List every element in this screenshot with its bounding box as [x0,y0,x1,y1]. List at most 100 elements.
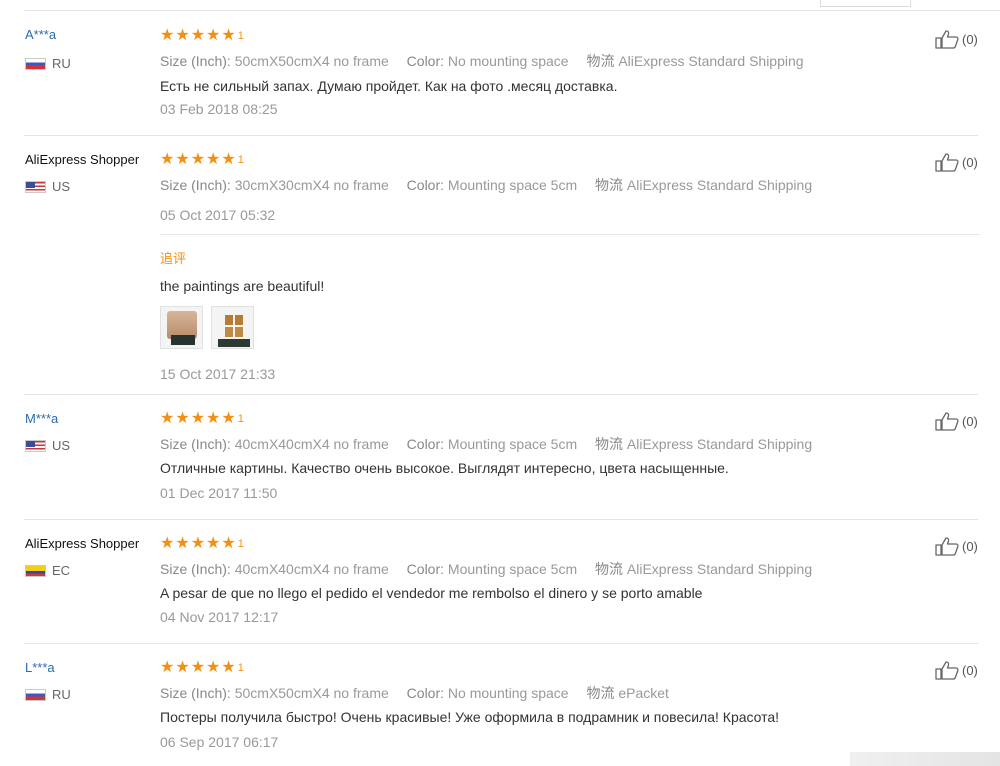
review-text: Есть не сильный запах. Думаю пройдет. Ка… [160,78,618,94]
like-count: (0) [962,538,978,554]
photo-panel [225,315,233,325]
star-rating: ★ ★ ★ ★ ★ 1 [160,536,244,552]
star-icon: ★ [190,410,206,427]
star-count: 1 [237,538,244,550]
reviewer-country: EC [25,563,70,578]
review-photo-thumbnail[interactable] [211,306,254,349]
star-icon: ★ [221,535,236,552]
star-icon: ★ [221,27,236,44]
followup-date: 15 Oct 2017 21:33 [160,366,276,382]
star-icon: ★ [206,151,221,168]
order-attributes: Size (Inch): 30cmX30cmX4 no frame Color:… [160,175,812,195]
review-text: A pesar de que no llego el pedido el ven… [160,585,703,601]
star-count: 1 [237,413,244,425]
reviewer-name[interactable]: L***a [25,660,55,675]
review-date: 01 Dec 2017 11:50 [160,485,278,501]
star-icon: ★ [190,151,206,168]
country-code: EC [52,563,71,578]
photo-base [218,339,250,347]
review-text: Постеры получила быстро! Очень красивые!… [160,709,780,725]
followup-divider [160,234,980,235]
star-rating: ★ ★ ★ ★ ★ 1 [160,28,244,44]
review-item: AliExpress Shopper EC ★ ★ ★ ★ ★ 1 Size (Inch… [0,520,1000,644]
reviewer-country: US [25,179,70,194]
review-date: 06 Sep 2017 06:17 [160,734,279,750]
size-label: Size (Inch): [160,561,231,577]
like-button[interactable]: (0) [935,536,978,556]
like-button[interactable]: (0) [935,411,978,431]
like-button[interactable]: (0) [935,660,978,680]
star-icon: ★ [190,659,206,676]
country-code: RU [52,56,71,71]
star-icon: ★ [206,410,221,427]
review-date: 05 Oct 2017 05:32 [160,207,276,223]
thumbs-up-icon [935,661,959,680]
size-value: 50cmX50cmX4 no frame [234,53,389,69]
star-count: 1 [237,154,244,166]
star-icon: ★ [175,535,190,552]
star-icon: ★ [206,27,221,44]
shipping-value: AliExpress Standard Shipping [618,53,804,69]
reviewer-name[interactable]: M***a [25,411,58,426]
review-date: 04 Nov 2017 12:17 [160,609,279,625]
star-count: 1 [237,662,244,674]
color-label: Color: [406,685,445,701]
color-label: Color: [406,53,445,69]
country-code: US [52,438,71,453]
reviewer-name[interactable]: AliExpress Shopper [25,152,139,167]
shipping-label: 物流 [595,436,623,452]
like-count: (0) [962,154,978,170]
review-item: L***a RU ★ ★ ★ ★ ★ 1 Size (Inch): 50cmX50cmX… [0,644,1000,766]
like-button[interactable]: (0) [935,152,978,172]
thumbs-up-icon [935,30,959,49]
shipping-label: 物流 [586,53,615,69]
review-text: Отличные картины. Качество очень высокое… [160,460,729,476]
shipping-label: 物流 [586,685,615,701]
corner-overlay [850,752,1000,766]
review-date: 03 Feb 2018 08:25 [160,101,278,117]
photo-panel [225,327,233,337]
followup-text: the paintings are beautiful! [160,278,325,294]
star-rating: ★ ★ ★ ★ ★ 1 [160,152,244,168]
reviewer-country: US [25,438,70,453]
star-icon: ★ [190,535,206,552]
review-photo-thumbnail[interactable] [160,306,203,349]
thumbs-up-icon [935,412,959,431]
star-rating: ★ ★ ★ ★ ★ 1 [160,660,244,676]
flag-us-icon [25,439,46,452]
thumbs-up-icon [935,537,959,556]
star-icon: ★ [175,151,190,168]
photo-base [171,335,195,345]
star-icon: ★ [221,410,236,427]
like-count: (0) [962,31,978,47]
size-label: Size (Inch): [160,53,231,69]
shipping-value: ePacket [618,685,669,701]
color-label: Color: [406,561,445,577]
flag-ru-icon [25,688,46,701]
country-code: US [52,179,71,194]
color-label: Color: [406,436,445,452]
shipping-label: 物流 [595,561,623,577]
star-icon: ★ [160,535,175,552]
review-item: A***a RU ★ ★ ★ ★ ★ 1 Size (Inch): 50cmX50cmX… [0,12,1000,136]
review-item: M***a US ★ ★ ★ ★ ★ 1 Size (Inch): 40cmX40cmX… [0,395,1000,520]
shipping-value: AliExpress Standard Shipping [626,177,813,193]
reviewer-country: RU [25,687,71,702]
star-icon: ★ [221,151,236,168]
star-icon: ★ [175,27,190,44]
color-value: Mounting space 5cm [447,177,578,193]
size-label: Size (Inch): [160,177,231,193]
size-value: 40cmX40cmX4 no frame [234,561,389,577]
shipping-value: AliExpress Standard Shipping [626,436,813,452]
thumbs-up-icon [935,153,959,172]
reviewer-name[interactable]: AliExpress Shopper [25,536,139,551]
order-attributes: Size (Inch): 50cmX50cmX4 no frame Color:… [160,51,804,71]
color-label: Color: [406,177,445,193]
color-value: No mounting space [447,53,569,69]
reviewer-name[interactable]: A***a [25,27,56,42]
shipping-value: AliExpress Standard Shipping [626,561,813,577]
review-item: AliExpress Shopper US ★ ★ ★ ★ ★ 1 Size (Inch… [0,136,1000,395]
star-icon: ★ [160,151,175,168]
pagination-box[interactable] [820,0,911,7]
like-button[interactable]: (0) [935,29,978,49]
